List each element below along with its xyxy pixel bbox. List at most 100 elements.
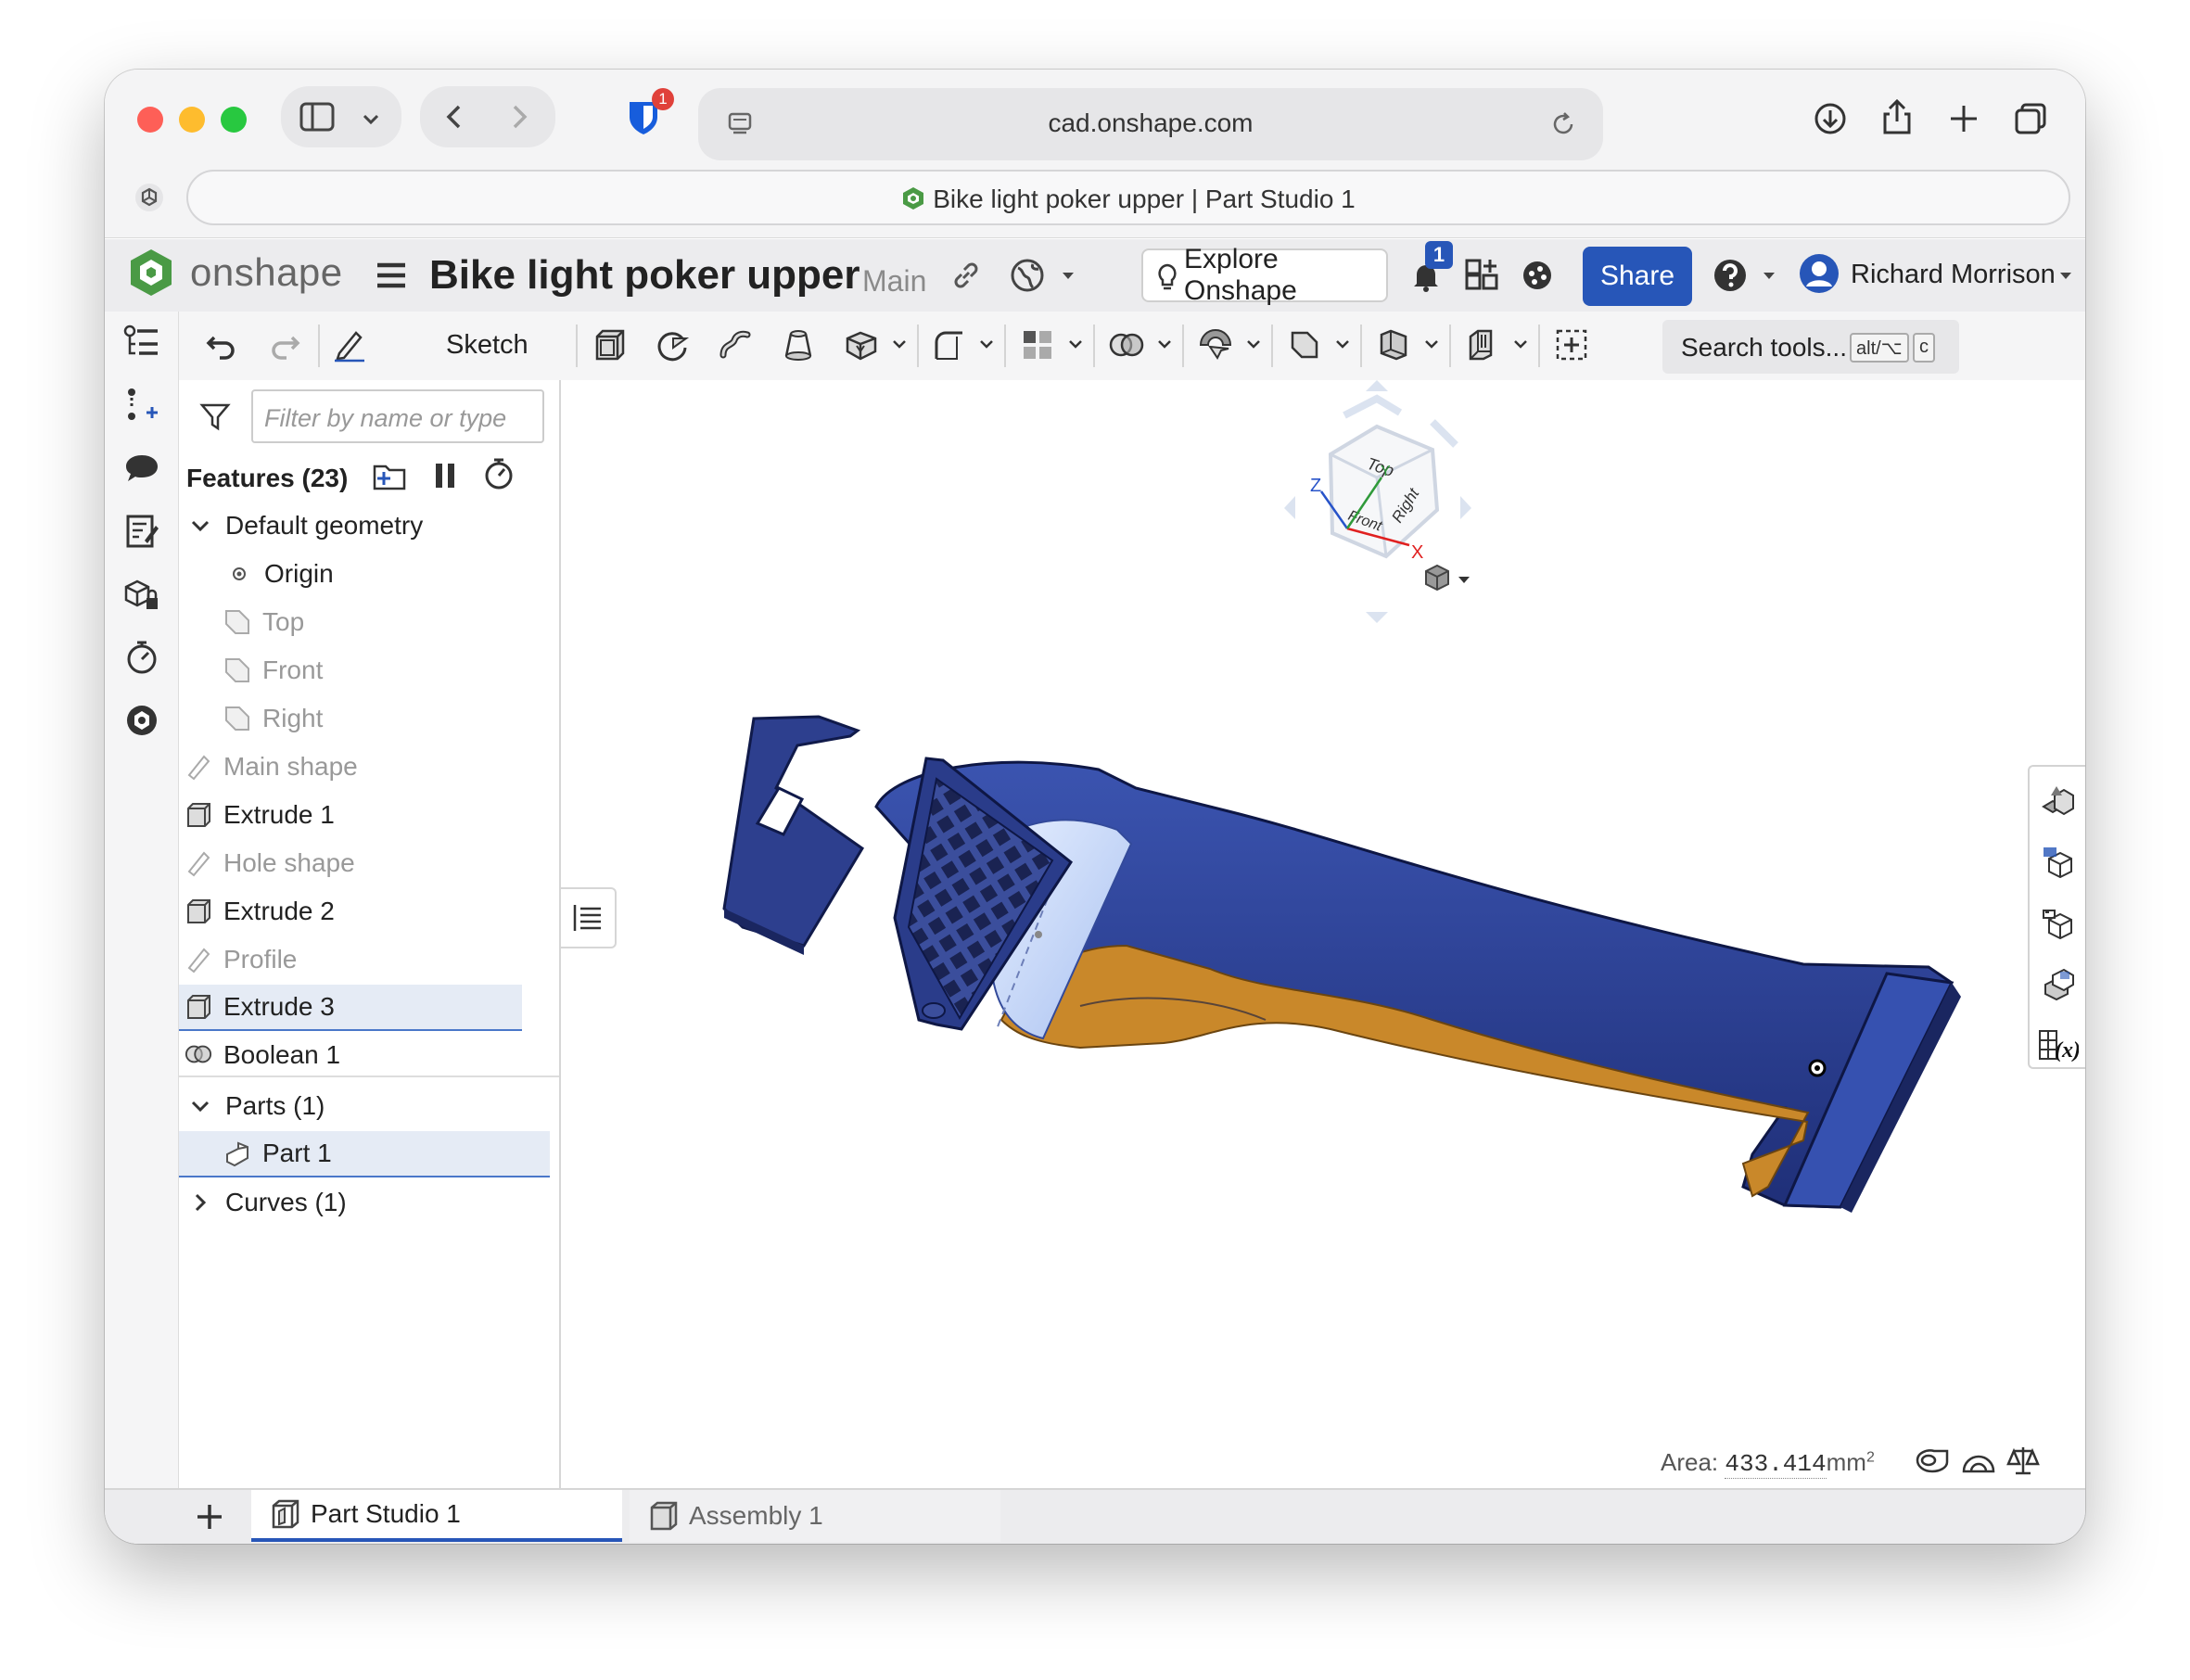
tree-group-default-geometry[interactable]: Default geometry: [179, 503, 522, 549]
transform-icon[interactable]: [1193, 323, 1238, 367]
minimize-window-button[interactable]: [179, 107, 205, 133]
undo-icon[interactable]: [199, 323, 244, 367]
sweep-icon[interactable]: [713, 323, 758, 367]
tree-item-main-shape[interactable]: Main shape: [179, 744, 522, 790]
new-tab-icon[interactable]: [1942, 97, 1985, 140]
notes-icon[interactable]: [121, 510, 163, 553]
forward-icon[interactable]: [498, 95, 541, 138]
chevron-down-icon[interactable]: [1761, 267, 1777, 284]
chevron-down-icon[interactable]: [350, 97, 392, 140]
chevron-down-icon[interactable]: [1334, 336, 1351, 352]
model-left-bracket[interactable]: [722, 715, 865, 955]
hamburger-menu-icon[interactable]: [370, 254, 413, 297]
zoom-window-button[interactable]: [221, 107, 247, 133]
sheet-metal-icon[interactable]: [1371, 323, 1416, 367]
tab-assembly-1[interactable]: Assembly 1: [630, 1490, 1000, 1542]
share-button[interactable]: Share: [1583, 247, 1692, 306]
tree-item-hole-shape[interactable]: Hole shape: [179, 840, 522, 886]
revolve-icon[interactable]: [650, 323, 694, 367]
user-name[interactable]: Richard Morrison: [1851, 260, 2056, 290]
stopwatch-icon[interactable]: [477, 452, 520, 495]
thicken-icon[interactable]: [839, 323, 884, 367]
share-icon[interactable]: [1876, 95, 1918, 138]
learning-center-icon[interactable]: [1516, 254, 1559, 297]
sidebar-icon[interactable]: [296, 95, 338, 138]
chevron-down-icon[interactable]: [978, 336, 995, 352]
back-icon[interactable]: [433, 95, 476, 138]
tree-item-origin[interactable]: Origin: [179, 551, 522, 597]
link-icon[interactable]: [945, 254, 987, 297]
mass-properties-icon[interactable]: [2002, 1439, 2044, 1482]
surface-icon[interactable]: [1460, 323, 1505, 367]
cad-model-view[interactable]: Top Front Right X Z Y: [561, 380, 2085, 1488]
redo-icon[interactable]: [262, 323, 307, 367]
variables-icon[interactable]: [121, 384, 163, 426]
graphics-viewport[interactable]: Top Front Right X Z Y Area: 433.414mm2: [561, 380, 2085, 1488]
chevron-down-icon[interactable]: [1512, 336, 1529, 352]
area-value[interactable]: 433.414: [1725, 1450, 1827, 1479]
chevron-down-icon[interactable]: [186, 1092, 214, 1120]
sketch-button-label[interactable]: Sketch: [446, 330, 528, 361]
loft-icon[interactable]: [776, 323, 821, 367]
tree-item-part-1[interactable]: Part 1: [179, 1131, 550, 1177]
chevron-down-icon[interactable]: [2057, 267, 2074, 284]
measure-tape-icon[interactable]: [1911, 1439, 1954, 1482]
fillet-icon[interactable]: [926, 323, 971, 367]
boolean-icon[interactable]: [1104, 323, 1149, 367]
explore-onshape-button[interactable]: Explore Onshape: [1141, 244, 1388, 306]
bom-panel-icon[interactable]: [2037, 841, 2080, 884]
filter-icon[interactable]: [194, 395, 236, 438]
tree-item-right-plane[interactable]: Right: [179, 695, 522, 742]
reload-icon[interactable]: [1542, 103, 1585, 146]
tree-item-extrude-2[interactable]: Extrude 2: [179, 888, 522, 935]
feature-list-toggle[interactable]: [561, 887, 617, 948]
tree-item-extrude-3[interactable]: Extrude 3: [179, 985, 522, 1031]
protractor-icon[interactable]: [1957, 1439, 2000, 1482]
branch-label[interactable]: Main: [862, 264, 926, 299]
view-options-icon[interactable]: [1425, 564, 1470, 592]
chevron-down-icon[interactable]: [1245, 336, 1262, 352]
chevron-down-icon[interactable]: [1156, 336, 1173, 352]
url-bar[interactable]: cad.onshape.com: [698, 88, 1603, 160]
browser-tab[interactable]: Bike light poker upper | Part Studio 1: [186, 170, 2070, 225]
extrude-icon[interactable]: [587, 323, 631, 367]
configurations-panel-icon[interactable]: [2037, 902, 2080, 945]
chevron-down-icon[interactable]: [1067, 336, 1084, 352]
help-icon[interactable]: [1709, 254, 1751, 297]
chatgpt-icon[interactable]: [128, 176, 171, 219]
tab-overview-icon[interactable]: [2009, 97, 2052, 140]
tab-part-studio-1[interactable]: Part Studio 1: [251, 1490, 622, 1542]
variable-table-icon[interactable]: (x): [2037, 1025, 2080, 1067]
stopwatch-icon[interactable]: [121, 636, 163, 679]
parts-lock-icon[interactable]: [121, 573, 163, 616]
add-tab-icon[interactable]: [188, 1495, 231, 1538]
chevron-down-icon[interactable]: [1423, 336, 1440, 352]
downloads-icon[interactable]: [1809, 97, 1852, 140]
app-store-icon[interactable]: [1460, 254, 1503, 297]
appearance-icon[interactable]: [121, 699, 163, 742]
document-title[interactable]: Bike light poker upper: [429, 252, 860, 299]
avatar[interactable]: [1798, 252, 1840, 295]
tree-item-extrude-1[interactable]: Extrude 1: [179, 792, 522, 838]
sketch-icon[interactable]: [327, 323, 372, 367]
pattern-icon[interactable]: [1015, 323, 1060, 367]
search-tools-input[interactable]: Search tools... alt/⌥ c: [1662, 320, 1959, 374]
add-custom-feature-icon[interactable]: [1549, 323, 1594, 367]
tree-item-profile[interactable]: Profile: [179, 936, 522, 983]
chevron-down-icon[interactable]: [1060, 267, 1076, 284]
pause-icon[interactable]: [424, 454, 466, 497]
chevron-right-icon[interactable]: [186, 1189, 214, 1216]
globe-icon[interactable]: [1006, 254, 1049, 297]
tree-group-curves[interactable]: Curves (1): [179, 1179, 522, 1226]
onshape-logo[interactable]: onshape: [127, 247, 343, 299]
comments-icon[interactable]: [121, 447, 163, 490]
chevron-down-icon[interactable]: [186, 512, 214, 540]
tree-item-top-plane[interactable]: Top: [179, 599, 522, 645]
plane-icon[interactable]: [1282, 323, 1327, 367]
assembly-panel-icon[interactable]: [2037, 963, 2080, 1006]
tree-group-parts[interactable]: Parts (1): [179, 1083, 522, 1129]
close-window-button[interactable]: [137, 107, 163, 133]
tree-item-boolean-1[interactable]: Boolean 1: [179, 1033, 522, 1070]
appearance-panel-icon[interactable]: [2037, 780, 2080, 822]
feature-list-icon[interactable]: [121, 321, 163, 363]
